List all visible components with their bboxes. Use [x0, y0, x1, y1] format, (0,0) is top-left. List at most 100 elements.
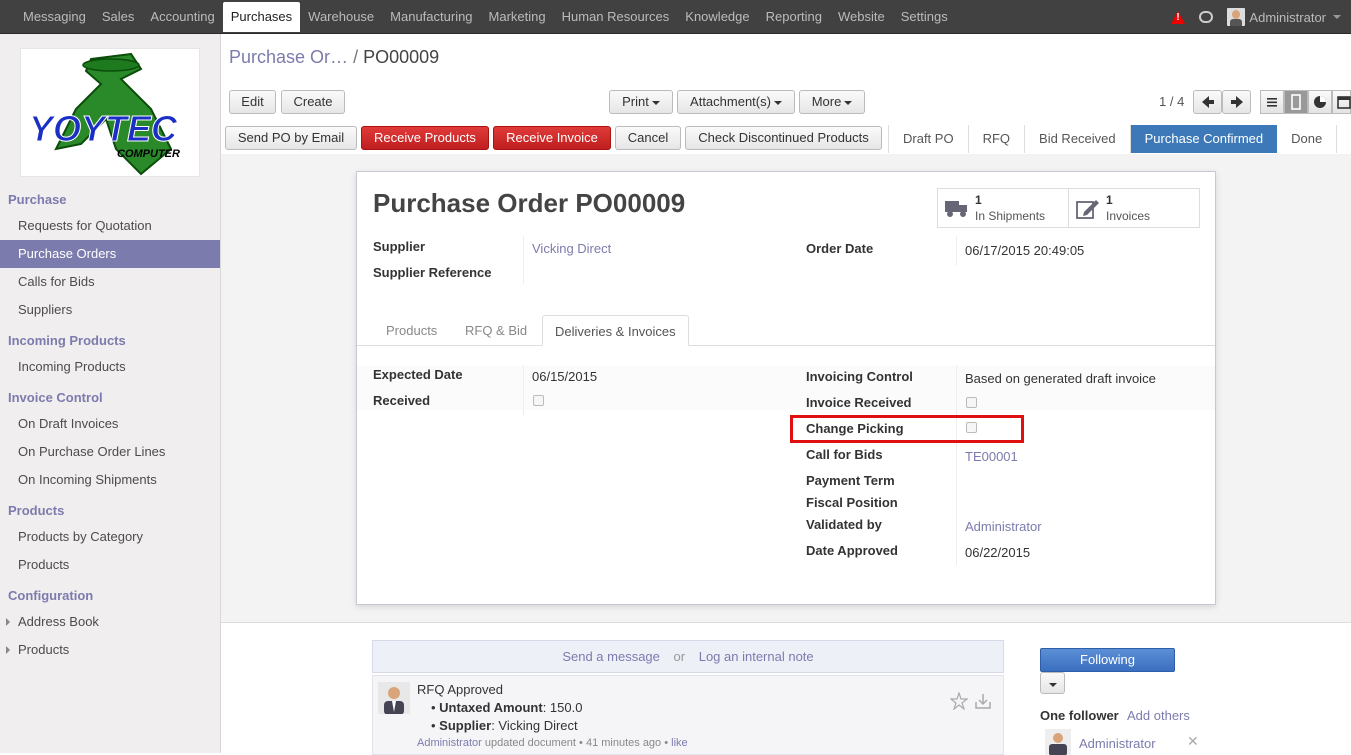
- receive-products-button[interactable]: Receive Products: [361, 126, 489, 150]
- change-picking-checkbox[interactable]: [966, 422, 977, 433]
- previous-button[interactable]: [1193, 90, 1222, 114]
- sidebar-item-on-incoming-shipments[interactable]: On Incoming Shipments: [0, 466, 220, 494]
- star-icon[interactable]: [950, 692, 968, 710]
- menu-messaging[interactable]: Messaging: [15, 0, 94, 34]
- menu-settings[interactable]: Settings: [893, 0, 956, 34]
- sidebar-item-calls-for-bids[interactable]: Calls for Bids: [0, 268, 220, 296]
- menu-sales[interactable]: Sales: [94, 0, 143, 34]
- expected-date-label: Expected Date: [373, 367, 463, 382]
- shipments-smart-button[interactable]: 1 In Shipments: [937, 188, 1069, 228]
- breadcrumb-parent[interactable]: Purchase Or…: [229, 47, 348, 67]
- calendar-view-icon[interactable]: [1332, 90, 1351, 114]
- chat-icon[interactable]: [1199, 11, 1214, 23]
- menu-warehouse[interactable]: Warehouse: [300, 0, 382, 34]
- message: RFQ Approved • Untaxed Amount: 150.0 • S…: [372, 675, 1004, 755]
- company-logo[interactable]: YOYTEC COMPUTER: [20, 48, 200, 177]
- supplier-value[interactable]: Vicking Direct: [532, 241, 611, 256]
- print-button[interactable]: Print: [609, 90, 673, 114]
- tab-deliveries-invoices[interactable]: Deliveries & Invoices: [542, 315, 689, 346]
- attachments-button[interactable]: Attachment(s): [677, 90, 795, 114]
- sidebar-item-requests-for-quotation[interactable]: Requests for Quotation: [0, 212, 220, 240]
- supplier-label: Supplier: [373, 239, 426, 254]
- received-label: Received: [373, 393, 431, 408]
- menu-website[interactable]: Website: [830, 0, 893, 34]
- follower-avatar: [1045, 729, 1071, 755]
- untaxed-label: Untaxed Amount: [439, 700, 543, 715]
- menu-purchases[interactable]: Purchases: [222, 2, 301, 32]
- stage-done[interactable]: Done: [1277, 125, 1338, 153]
- following-button[interactable]: Following: [1040, 648, 1175, 672]
- sidebar-item-products-by-category[interactable]: Products by Category: [0, 523, 220, 551]
- sidebar-item-config-products[interactable]: Products: [0, 636, 220, 664]
- stage-draft-po[interactable]: Draft PO: [889, 125, 969, 153]
- validated-by-value[interactable]: Administrator: [965, 519, 1042, 534]
- sidebar-item-label: Address Book: [18, 614, 99, 629]
- edit-button[interactable]: Edit: [229, 90, 276, 114]
- sidebar-item-products[interactable]: Products: [0, 551, 220, 579]
- tab-rfq-bid[interactable]: RFQ & Bid: [453, 315, 539, 346]
- send-message-link[interactable]: Send a message: [562, 649, 660, 664]
- sidebar-item-purchase-orders[interactable]: Purchase Orders: [0, 240, 220, 268]
- invoice-received-checkbox[interactable]: [966, 397, 977, 408]
- stage-bid-received[interactable]: Bid Received: [1025, 125, 1131, 153]
- call-for-bids-value[interactable]: TE00001: [965, 449, 1018, 464]
- log-note-link[interactable]: Log an internal note: [699, 649, 814, 664]
- send-po-email-button[interactable]: Send PO by Email: [225, 126, 357, 150]
- message-line-2: • Supplier: Vicking Direct: [431, 718, 578, 733]
- section-invoice-control: Invoice Control: [8, 390, 103, 405]
- check-discontinued-button[interactable]: Check Discontinued Products: [685, 126, 882, 150]
- warning-icon[interactable]: [1171, 10, 1186, 24]
- call-for-bids-label: Call for Bids: [806, 447, 883, 462]
- stage-rfq[interactable]: RFQ: [968, 125, 1026, 153]
- sidebar-item-incoming-products[interactable]: Incoming Products: [0, 353, 220, 381]
- view-switcher: [1260, 90, 1351, 114]
- invoices-count: 1: [1106, 193, 1113, 207]
- list-view-icon[interactable]: [1260, 90, 1284, 114]
- menu-accounting[interactable]: Accounting: [142, 0, 222, 34]
- or-text: or: [673, 649, 686, 664]
- breadcrumb-current: PO00009: [363, 47, 440, 67]
- form-sheet: Purchase Order PO00009 1 In Shipments 1 …: [356, 171, 1216, 605]
- pager-value: 1 / 4: [1159, 94, 1185, 109]
- shipments-label: In Shipments: [975, 209, 1046, 223]
- receive-invoice-button[interactable]: Receive Invoice: [493, 126, 611, 150]
- like-link[interactable]: like: [671, 737, 688, 749]
- invoicing-control-value[interactable]: Based on generated draft invoice: [965, 371, 1156, 386]
- create-button[interactable]: Create: [281, 90, 345, 114]
- archive-icon[interactable]: [974, 692, 992, 710]
- next-button[interactable]: [1222, 90, 1251, 114]
- page-title: Purchase Order PO00009: [373, 188, 685, 219]
- menu-marketing[interactable]: Marketing: [481, 0, 554, 34]
- breadcrumb: Purchase Or… / PO00009: [229, 47, 439, 68]
- tab-products[interactable]: Products: [374, 315, 449, 346]
- sidebar-item-address-book[interactable]: Address Book: [0, 608, 220, 636]
- fiscal-position-label: Fiscal Position: [806, 495, 898, 510]
- stage-purchase-confirmed[interactable]: Purchase Confirmed: [1130, 125, 1278, 153]
- menu-manufacturing[interactable]: Manufacturing: [382, 0, 480, 34]
- graph-view-icon[interactable]: [1308, 90, 1332, 114]
- user-menu[interactable]: Administrator: [1227, 8, 1341, 26]
- sidebar-item-on-purchase-order-lines[interactable]: On Purchase Order Lines: [0, 438, 220, 466]
- author-link[interactable]: Administrator: [417, 737, 482, 749]
- menu-human-resources[interactable]: Human Resources: [554, 0, 678, 34]
- form-view-icon[interactable]: [1284, 90, 1308, 114]
- chevron-down-icon: [844, 100, 853, 105]
- follow-options-button[interactable]: [1040, 672, 1065, 694]
- remove-follower-icon[interactable]: ✕: [1187, 733, 1199, 750]
- received-checkbox[interactable]: [533, 395, 544, 406]
- more-button[interactable]: More: [799, 90, 865, 114]
- menu-knowledge[interactable]: Knowledge: [677, 0, 757, 34]
- change-picking-label: Change Picking: [806, 421, 904, 436]
- cancel-button[interactable]: Cancel: [615, 126, 681, 150]
- add-followers-link[interactable]: Add others: [1127, 708, 1190, 723]
- follower-name[interactable]: Administrator: [1079, 736, 1156, 751]
- invoicing-control-label: Invoicing Control: [806, 369, 913, 384]
- sidebar-item-suppliers[interactable]: Suppliers: [0, 296, 220, 324]
- menu-reporting[interactable]: Reporting: [758, 0, 830, 34]
- logo-text: YOYTEC: [29, 108, 178, 149]
- followers-count: One follower: [1040, 708, 1119, 723]
- invoices-smart-button[interactable]: 1 Invoices: [1068, 188, 1200, 228]
- supplier-label: Supplier: [439, 718, 492, 733]
- sidebar-item-on-draft-invoices[interactable]: On Draft Invoices: [0, 410, 220, 438]
- caret-right-icon: [6, 618, 10, 626]
